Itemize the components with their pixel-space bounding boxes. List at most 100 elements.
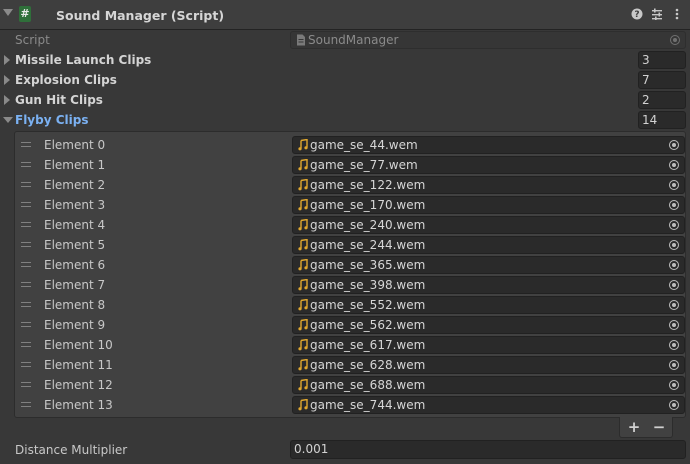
script-label: Script [15,33,50,47]
audio-clip-field[interactable]: game_se_562.wem [292,316,685,334]
drag-handle-icon[interactable] [21,342,31,347]
list-element-row[interactable]: Element 9 game_se_562.wem [15,315,685,335]
audio-clip-icon [297,258,309,271]
list-element-row[interactable]: Element 2 game_se_122.wem [15,175,685,195]
drag-handle-icon[interactable] [21,242,31,247]
object-picker-icon[interactable] [669,320,679,330]
audio-clip-value: game_se_170.wem [310,198,426,212]
audio-clip-field[interactable]: game_se_688.wem [292,376,685,394]
audio-clip-value: game_se_122.wem [310,178,426,192]
list-element-row[interactable]: Element 7 game_se_398.wem [15,275,685,295]
drag-handle-icon[interactable] [21,202,31,207]
object-picker-icon[interactable] [669,300,679,310]
remove-element-button[interactable]: − [649,418,669,436]
list-element-row[interactable]: Element 10 game_se_617.wem [15,335,685,355]
audio-clip-icon [297,318,309,331]
audio-clip-value: game_se_240.wem [310,218,426,232]
list-element-row[interactable]: Element 1 game_se_77.wem [15,155,685,175]
drag-handle-icon[interactable] [21,162,31,167]
drag-handle-icon[interactable] [21,222,31,227]
object-picker-icon[interactable] [669,400,679,410]
object-picker-icon[interactable] [669,360,679,370]
audio-clip-field[interactable]: game_se_628.wem [292,356,685,374]
flyby-clips-row[interactable]: Flyby Clips 14 [0,110,690,130]
list-element-row[interactable]: Element 12 game_se_688.wem [15,375,685,395]
audio-clip-field[interactable]: game_se_122.wem [292,176,685,194]
drag-handle-icon[interactable] [21,402,31,407]
audio-clip-field[interactable]: game_se_552.wem [292,296,685,314]
distance-multiplier-field[interactable]: 0.001 [290,440,686,459]
audio-clip-icon [297,338,309,351]
list-element-row[interactable]: Element 0 game_se_44.wem [15,135,685,155]
audio-clip-icon [297,178,309,191]
drag-handle-icon[interactable] [21,282,31,287]
expanded-arrow-icon[interactable] [3,117,13,123]
object-picker-icon[interactable] [669,180,679,190]
audio-clip-field[interactable]: game_se_617.wem [292,336,685,354]
drag-handle-icon[interactable] [21,362,31,367]
object-picker-icon[interactable] [669,380,679,390]
drag-handle-icon[interactable] [21,142,31,147]
drag-handle-icon[interactable] [21,382,31,387]
component-foldout-icon[interactable] [3,9,13,16]
audio-clip-field[interactable]: game_se_44.wem [292,136,685,154]
array-label: Missile Launch Clips [15,53,152,67]
drag-handle-icon[interactable] [21,302,31,307]
list-element-row[interactable]: Element 4 game_se_240.wem [15,215,685,235]
object-picker-icon[interactable] [669,240,679,250]
csharp-script-icon: # [19,6,31,22]
audio-clip-field[interactable]: game_se_240.wem [292,216,685,234]
object-picker-icon[interactable] [669,340,679,350]
object-picker-icon[interactable] [669,260,679,270]
list-element-row[interactable]: Element 11 game_se_628.wem [15,355,685,375]
array-size-field[interactable]: 2 [638,91,686,109]
object-picker-icon[interactable] [669,160,679,170]
list-element-row[interactable]: Element 5 game_se_244.wem [15,235,685,255]
element-label: Element 0 [44,138,106,152]
list-element-row[interactable]: Element 8 game_se_552.wem [15,295,685,315]
drag-handle-icon[interactable] [21,322,31,327]
collapsed-arrow-icon[interactable] [4,75,10,85]
element-label: Element 8 [44,298,106,312]
gun-hit-clips-row[interactable]: Gun Hit Clips 2 [0,90,690,110]
audio-clip-field[interactable]: game_se_744.wem [292,396,685,414]
more-options-icon[interactable] [671,8,683,20]
object-picker-icon[interactable] [669,220,679,230]
list-element-row[interactable]: Element 6 game_se_365.wem [15,255,685,275]
element-label: Element 9 [44,318,106,332]
help-icon[interactable]: ? [631,8,643,20]
object-picker-icon[interactable] [669,140,679,150]
audio-clip-icon [297,238,309,251]
audio-clip-value: game_se_244.wem [310,238,426,252]
explosion-clips-row[interactable]: Explosion Clips 7 [0,70,690,90]
audio-clip-icon [297,218,309,231]
audio-clip-field[interactable]: game_se_77.wem [292,156,685,174]
drag-handle-icon[interactable] [21,262,31,267]
object-picker-icon[interactable] [669,200,679,210]
flyby-clips-label: Flyby Clips [15,113,89,127]
script-row: Script SoundManager [0,30,690,50]
add-element-button[interactable]: + [624,418,644,436]
audio-clip-value: game_se_562.wem [310,318,426,332]
audio-clip-field[interactable]: game_se_244.wem [292,236,685,254]
array-size-field[interactable]: 7 [638,71,686,89]
component-header[interactable]: # Sound Manager (Script) ? [0,0,690,30]
flyby-clips-list: Element 0 game_se_44.wem Element 1 game_se_… [14,131,686,418]
array-size-field[interactable]: 3 [638,51,686,69]
audio-clip-field[interactable]: game_se_170.wem [292,196,685,214]
list-element-row[interactable]: Element 13 game_se_744.wem [15,395,685,415]
drag-handle-icon[interactable] [21,182,31,187]
script-value: SoundManager [308,33,399,47]
audio-clip-field[interactable]: game_se_365.wem [292,256,685,274]
presets-icon[interactable] [651,8,663,20]
list-footer: + − [619,417,673,438]
flyby-size-field[interactable]: 14 [638,111,686,129]
missile-launch-clips-row[interactable]: Missile Launch Clips 3 [0,50,690,70]
collapsed-arrow-icon[interactable] [4,95,10,105]
audio-clip-icon [297,378,309,391]
audio-clip-field[interactable]: game_se_398.wem [292,276,685,294]
audio-clip-icon [297,398,309,411]
collapsed-arrow-icon[interactable] [4,55,10,65]
list-element-row[interactable]: Element 3 game_se_170.wem [15,195,685,215]
object-picker-icon[interactable] [669,280,679,290]
